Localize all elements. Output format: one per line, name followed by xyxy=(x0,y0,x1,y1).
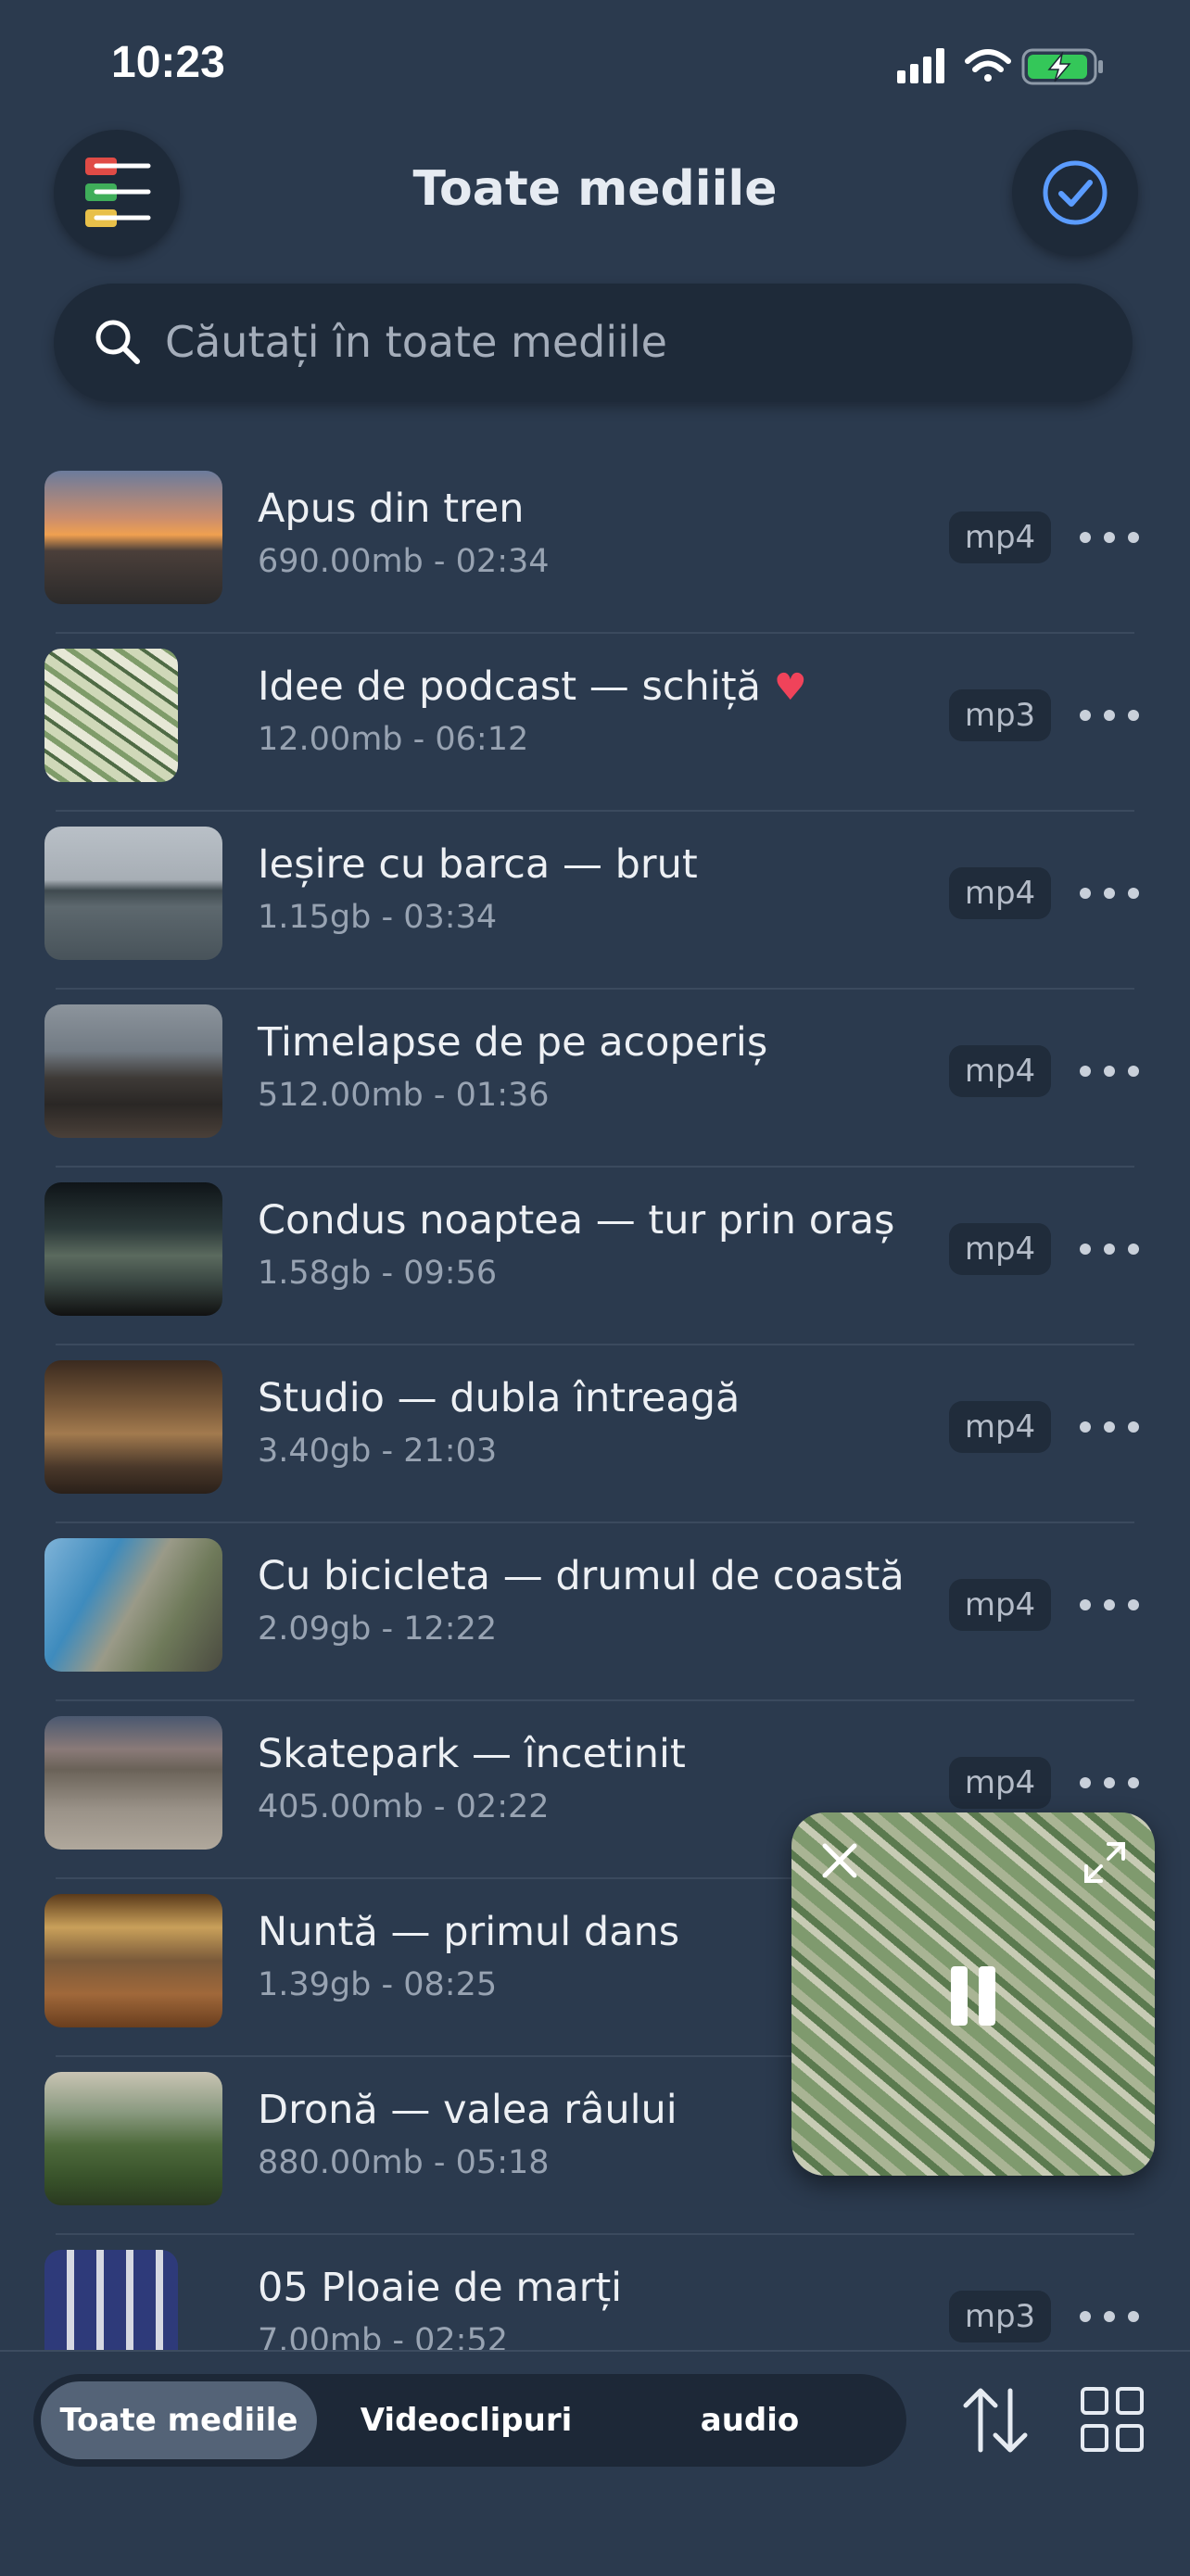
thumbnail-studio xyxy=(44,1360,222,1494)
more-options-icon[interactable] xyxy=(1077,1581,1142,1629)
close-icon[interactable] xyxy=(817,1838,862,1883)
pause-icon[interactable] xyxy=(945,1964,1001,2027)
thumbnail-sunset-train xyxy=(44,471,222,604)
format-badge: mp4 xyxy=(949,867,1051,919)
thumbnail-coast-bike xyxy=(44,1538,222,1672)
more-options-icon[interactable] xyxy=(1077,1047,1142,1095)
more-options-icon[interactable] xyxy=(1077,2292,1142,2341)
item-title: Nuntă — primul dans xyxy=(258,1909,680,1955)
thumbnail-wedding-hall xyxy=(44,1894,222,2027)
format-badge: mp4 xyxy=(949,1223,1051,1275)
status-bar: 10:23 xyxy=(0,0,1190,130)
item-title: Dronă — valea râului xyxy=(258,2087,677,2133)
search-icon xyxy=(95,320,140,364)
tab-all-media[interactable]: Toate mediile xyxy=(41,2381,317,2459)
checkmark-circle-icon xyxy=(1043,160,1108,225)
item-meta: 1.58gb - 09:56 xyxy=(258,1255,498,1292)
item-title: Studio — dubla întreagă xyxy=(258,1375,741,1421)
tab-audio[interactable]: audio xyxy=(615,2381,884,2459)
thumbnail-night-drive xyxy=(44,1182,222,1316)
list-item[interactable]: Condus noaptea — tur prin oraș 1.58gb - … xyxy=(0,1168,1190,1345)
more-options-icon[interactable] xyxy=(1077,1759,1142,1807)
item-title: Timelapse de pe acoperiș xyxy=(258,1019,768,1066)
header: Toate mediile xyxy=(0,130,1190,259)
format-badge: mp4 xyxy=(949,1579,1051,1631)
more-options-icon[interactable] xyxy=(1077,869,1142,917)
item-title: Idee de podcast — schiță xyxy=(258,663,761,710)
more-options-icon[interactable] xyxy=(1077,691,1142,739)
item-meta: 3.40gb - 21:03 xyxy=(258,1433,498,1470)
item-meta: 1.39gb - 08:25 xyxy=(258,1966,498,2003)
expand-icon[interactable] xyxy=(1081,1838,1129,1887)
favorite-heart-icon: ♥ xyxy=(773,666,807,709)
list-item[interactable]: Ieșire cu barca — brut 1.15gb - 03:34 mp… xyxy=(0,812,1190,990)
item-meta: 12.00mb - 06:12 xyxy=(258,721,529,758)
format-badge: mp4 xyxy=(949,511,1051,563)
list-item[interactable]: Idee de podcast — schiță ♥ 12.00mb - 06:1… xyxy=(0,634,1190,812)
media-type-segmented-control: Toate mediile Videoclipuri audio xyxy=(33,2374,906,2467)
format-badge: mp3 xyxy=(949,2291,1051,2342)
format-badge: mp3 xyxy=(949,689,1051,741)
item-title: Condus noaptea — tur prin oraș xyxy=(258,1197,895,1244)
list-item[interactable]: Cu bicicleta — drumul de coastă 2.09gb -… xyxy=(0,1523,1190,1701)
item-meta: 512.00mb - 01:36 xyxy=(258,1077,550,1114)
item-meta: 1.15gb - 03:34 xyxy=(258,899,498,936)
item-meta: 405.00mb - 02:22 xyxy=(258,1788,550,1825)
tab-videos[interactable]: Videoclipuri xyxy=(332,2381,601,2459)
more-options-icon[interactable] xyxy=(1077,1225,1142,1273)
format-badge: mp4 xyxy=(949,1757,1051,1809)
thumbnail-audio-cover xyxy=(44,649,178,782)
search-placeholder: Căutați în toate mediile xyxy=(165,317,667,367)
thumbnail-boat-water xyxy=(44,827,222,960)
list-item[interactable]: Timelapse de pe acoperiș 512.00mb - 01:3… xyxy=(0,990,1190,1168)
thumbnail-rooftop-city xyxy=(44,1004,222,1138)
item-title-wrap: Idee de podcast — schiță ♥ xyxy=(258,663,807,710)
more-options-icon[interactable] xyxy=(1077,513,1142,562)
list-item[interactable]: Apus din tren 690.00mb - 02:34 mp4 xyxy=(0,456,1190,634)
format-badge: mp4 xyxy=(949,1401,1051,1453)
item-title: Apus din tren xyxy=(258,486,525,532)
item-title: 05 Ploaie de marți xyxy=(258,2265,623,2311)
select-button[interactable] xyxy=(1012,130,1138,256)
grid-view-icon[interactable] xyxy=(1077,2380,1147,2461)
item-title: Skatepark — încetinit xyxy=(258,1731,686,1777)
item-meta: 690.00mb - 02:34 xyxy=(258,543,550,580)
list-item[interactable]: Studio — dubla întreagă 3.40gb - 21:03 m… xyxy=(0,1345,1190,1523)
thumbnail-river-valley xyxy=(44,2072,222,2205)
item-title: Cu bicicleta — drumul de coastă xyxy=(258,1553,905,1599)
cellular-signal-icon xyxy=(897,48,944,83)
format-badge: mp4 xyxy=(949,1045,1051,1097)
bottom-toolbar: Toate mediile Videoclipuri audio xyxy=(0,2350,1190,2576)
mini-player[interactable] xyxy=(791,1812,1155,2176)
search-input[interactable]: Căutați în toate mediile xyxy=(54,284,1133,402)
item-meta: 880.00mb - 05:18 xyxy=(258,2144,550,2181)
status-icons xyxy=(893,43,1116,89)
item-meta: 2.09gb - 12:22 xyxy=(258,1610,498,1648)
more-options-icon[interactable] xyxy=(1077,1403,1142,1451)
battery-charging-icon xyxy=(1021,48,1103,85)
thumbnail-skatepark xyxy=(44,1716,222,1850)
wifi-icon xyxy=(965,49,1011,82)
sort-icon[interactable] xyxy=(955,2380,1036,2461)
status-time: 10:23 xyxy=(111,38,225,87)
item-title: Ieșire cu barca — brut xyxy=(258,841,698,888)
